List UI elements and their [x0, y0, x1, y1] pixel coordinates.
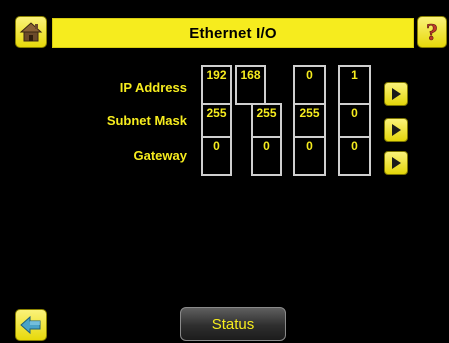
ip-octet-2[interactable]: 168	[235, 65, 266, 105]
home-button[interactable]	[15, 16, 47, 48]
ip-octet-3[interactable]: 0	[293, 65, 326, 105]
chevron-right-icon	[392, 157, 401, 169]
help-button[interactable]: ?	[417, 16, 447, 48]
gateway-octet-3[interactable]: 0	[293, 136, 326, 176]
home-icon	[19, 22, 43, 42]
ip-octet-4[interactable]: 1	[338, 65, 371, 105]
help-icon: ?	[426, 20, 439, 45]
status-button-label: Status	[211, 315, 255, 333]
subnet-mask-label: Subnet Mask	[106, 113, 187, 128]
svg-text:?: ?	[426, 20, 438, 45]
ip-octet-1[interactable]: 192	[201, 65, 232, 105]
back-arrow-icon	[20, 315, 41, 335]
ip-address-next-button[interactable]	[384, 82, 408, 106]
gateway-octet-4[interactable]: 0	[338, 136, 371, 176]
title-bar: Ethernet I/O	[52, 18, 414, 48]
page-title: Ethernet I/O	[189, 24, 277, 42]
gateway-octet-2[interactable]: 0	[251, 136, 282, 176]
chevron-right-icon	[392, 88, 401, 100]
ethernet-io-screen: Ethernet I/O ? IP Address Subnet Mask Ga…	[0, 0, 449, 343]
gateway-label: Gateway	[133, 148, 187, 163]
subnet-mask-next-button[interactable]	[384, 118, 408, 142]
ip-address-label: IP Address	[119, 80, 187, 95]
gateway-next-button[interactable]	[384, 151, 408, 175]
chevron-right-icon	[392, 124, 401, 136]
gateway-octet-1[interactable]: 0	[201, 136, 232, 176]
status-button[interactable]: Status	[180, 307, 286, 341]
back-button[interactable]	[15, 309, 47, 341]
